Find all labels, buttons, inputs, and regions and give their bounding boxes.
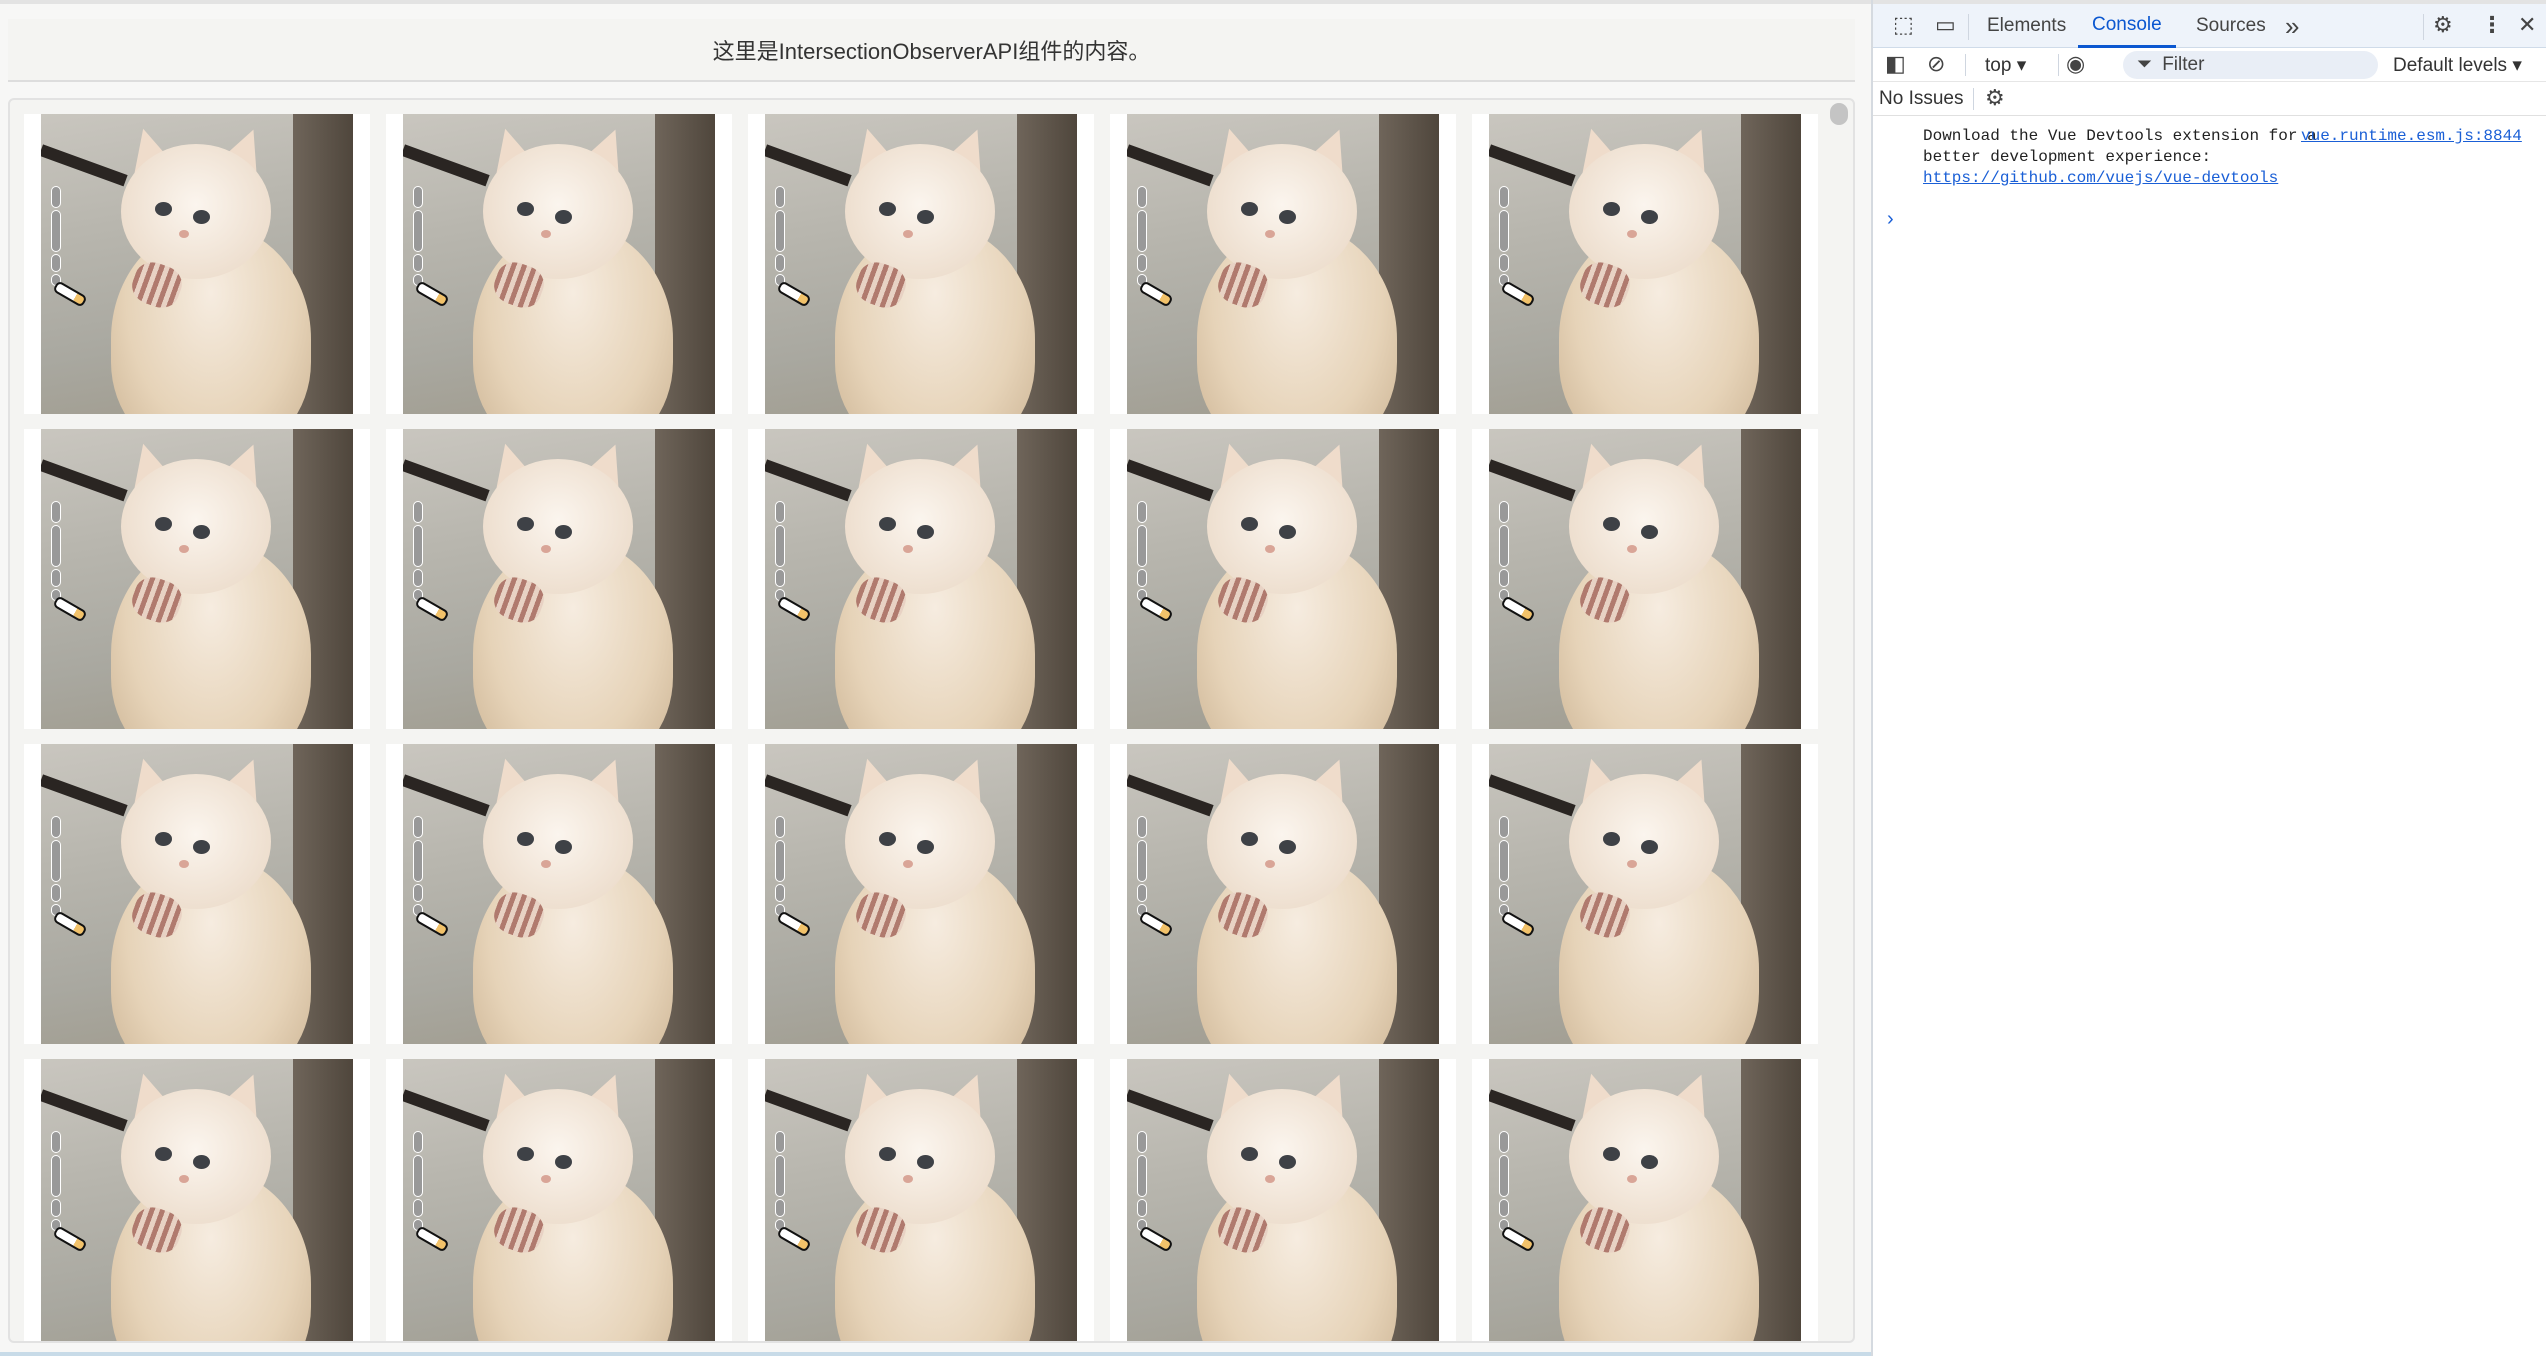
cat-image xyxy=(1127,429,1439,729)
cat-image xyxy=(1127,1059,1439,1341)
close-icon[interactable]: ✕ xyxy=(2518,12,2536,38)
filter-placeholder: Filter xyxy=(2162,54,2205,75)
cat-image xyxy=(41,429,353,729)
image-card xyxy=(386,114,732,414)
image-card xyxy=(1110,429,1456,729)
cat-image xyxy=(403,114,715,414)
image-grid xyxy=(24,114,1818,1341)
image-card xyxy=(1472,114,1818,414)
context-selector[interactable]: top ▾ xyxy=(1985,54,2026,77)
image-card xyxy=(386,744,732,1044)
devtools-tabbar: ⬚ ▭ Elements Console Sources » ⚙ ⋮ ✕ xyxy=(1873,0,2546,48)
image-card xyxy=(1110,114,1456,414)
log-levels-dropdown[interactable]: Default levels ▾ xyxy=(2393,54,2522,77)
cat-image xyxy=(1127,744,1439,1044)
tab-console[interactable]: Console xyxy=(2078,4,2176,48)
filter-input[interactable]: ⏷ Filter xyxy=(2123,51,2378,79)
divider xyxy=(1973,88,1974,110)
cat-image xyxy=(765,1059,1077,1341)
cat-image xyxy=(1489,429,1801,729)
image-card xyxy=(748,744,1094,1044)
devtools-panel: ⬚ ▭ Elements Console Sources » ⚙ ⋮ ✕ ◧ ⊘… xyxy=(1871,0,2546,1356)
filter-icon: ⏷ xyxy=(2137,54,2153,75)
issues-bar: No Issues ⚙ xyxy=(1873,82,2546,116)
cat-image xyxy=(1489,744,1801,1044)
image-card xyxy=(386,1059,732,1341)
inspect-element-icon[interactable]: ⬚ xyxy=(1893,12,1914,38)
cat-image xyxy=(1489,1059,1801,1341)
image-card xyxy=(1110,744,1456,1044)
image-card xyxy=(748,429,1094,729)
cat-image xyxy=(1489,114,1801,414)
image-card xyxy=(1472,1059,1818,1341)
scrollbar-thumb[interactable] xyxy=(1830,103,1848,125)
cat-image xyxy=(41,114,353,414)
tab-sources[interactable]: Sources xyxy=(2196,4,2266,48)
cat-image xyxy=(765,429,1077,729)
bottom-border xyxy=(0,1352,1871,1356)
divider xyxy=(1965,54,1966,76)
image-card xyxy=(748,114,1094,414)
message-line: better development experience: xyxy=(1923,148,2212,166)
divider xyxy=(2423,14,2424,40)
image-card xyxy=(1472,429,1818,729)
settings-gear-icon[interactable]: ⚙ xyxy=(2433,12,2453,38)
cat-image xyxy=(765,744,1077,1044)
header-text: 这里是IntersectionObserverAPI组件的内容。 xyxy=(712,38,1151,64)
more-tabs-button[interactable]: » xyxy=(2285,4,2299,48)
cat-image xyxy=(41,1059,353,1341)
image-card xyxy=(1110,1059,1456,1341)
image-card xyxy=(24,1059,370,1341)
issues-count[interactable]: No Issues xyxy=(1879,88,1963,110)
device-toolbar-icon[interactable]: ▭ xyxy=(1935,12,1956,38)
console-toolbar: ◧ ⊘ top ▾ ◉ ⏷ Filter Default levels ▾ xyxy=(1873,48,2546,82)
cat-image xyxy=(403,1059,715,1341)
cat-image xyxy=(403,744,715,1044)
image-card xyxy=(24,744,370,1044)
divider xyxy=(1968,14,1969,40)
cat-image xyxy=(1127,114,1439,414)
more-options-icon[interactable]: ⋮ xyxy=(2481,12,2503,38)
image-card xyxy=(1472,744,1818,1044)
cat-image xyxy=(41,744,353,1044)
cat-image xyxy=(765,114,1077,414)
image-card xyxy=(748,1059,1094,1341)
sidebar-toggle-icon[interactable]: ◧ xyxy=(1885,51,1906,77)
image-card xyxy=(24,114,370,414)
clear-console-icon[interactable]: ⊘ xyxy=(1927,51,1945,77)
page-header: 这里是IntersectionObserverAPI组件的内容。 xyxy=(8,19,1855,82)
scrollbar[interactable] xyxy=(1829,103,1849,1341)
live-expression-eye-icon[interactable]: ◉ xyxy=(2066,51,2085,77)
vue-devtools-link[interactable]: https://github.com/vuejs/vue-devtools xyxy=(1923,169,2278,187)
cat-image xyxy=(403,429,715,729)
tab-elements[interactable]: Elements xyxy=(1987,4,2066,48)
console-message: Download the Vue Devtools extension for … xyxy=(1873,116,2546,208)
issues-settings-gear-icon[interactable]: ⚙ xyxy=(1985,85,2005,111)
image-scroll-container[interactable] xyxy=(8,98,1855,1343)
image-card xyxy=(24,429,370,729)
image-card xyxy=(386,429,732,729)
app-page: 这里是IntersectionObserverAPI组件的内容。 xyxy=(0,0,1871,1356)
console-prompt[interactable]: › xyxy=(1887,208,1894,231)
message-source-link[interactable]: vue.runtime.esm.js:8844 xyxy=(2301,126,2522,147)
divider xyxy=(2058,54,2059,76)
